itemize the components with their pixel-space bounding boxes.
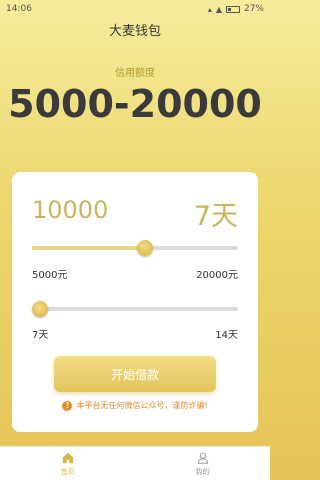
bottom-tab-bar: 首页 我的	[0, 446, 270, 480]
loan-days: 7天	[193, 201, 238, 232]
home-icon	[62, 452, 73, 463]
days-slider-thumb[interactable]	[32, 301, 48, 317]
amount-min-label: 5000元	[32, 270, 68, 281]
signal-icon: ▲	[215, 4, 222, 14]
days-slider[interactable]	[32, 301, 238, 317]
user-icon	[197, 452, 208, 464]
amount-slider[interactable]	[32, 240, 238, 256]
tab-mine-label: 我的	[195, 467, 210, 476]
tab-home-label: 首页	[60, 467, 75, 476]
status-time: 14:06	[6, 4, 32, 14]
fraud-notice: ! 本平台无任何微信公众号，谨防诈骗!	[12, 400, 258, 411]
days-max-label: 14天	[215, 330, 238, 341]
warning-icon: !	[62, 400, 73, 411]
wifi-icon: ▴	[207, 4, 212, 14]
fraud-notice-text: 本平台无任何微信公众号，谨防诈骗!	[76, 401, 208, 410]
app-title: 大麦钱包	[108, 24, 161, 39]
battery-percent: 27%	[243, 4, 264, 14]
amount-slider-fill	[32, 246, 146, 250]
loan-card: 10000 7天 5000元 20000元 7天 14天 开始借款 ! 本平台无…	[12, 172, 258, 432]
days-min-label: 7天	[32, 330, 49, 341]
start-borrow-button[interactable]: 开始借款	[54, 356, 216, 392]
amount-max-label: 20000元	[196, 270, 238, 281]
credit-range: 5000-20000	[8, 82, 262, 126]
tab-mine[interactable]: 我的	[135, 447, 270, 480]
amount-slider-thumb[interactable]	[137, 240, 154, 256]
battery-icon	[225, 5, 240, 13]
credit-label: 信用额度	[115, 68, 155, 79]
status-bar: 14:06 ▴ ▲ 27%	[0, 0, 270, 18]
tab-home[interactable]: 首页	[0, 447, 135, 480]
loan-amount: 10000	[32, 196, 109, 224]
status-indicators: ▴ ▲ 27%	[208, 4, 264, 14]
